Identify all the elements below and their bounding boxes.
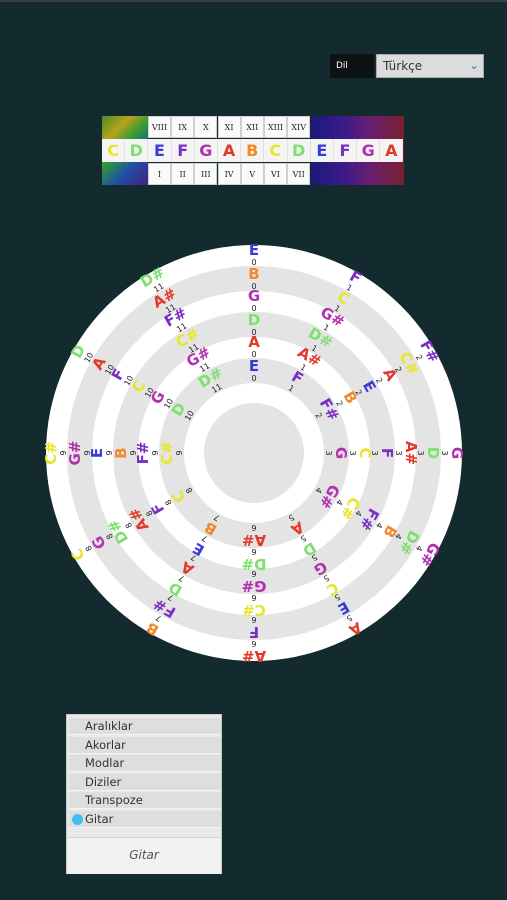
menu-footer-label: Gitar [129, 848, 159, 862]
menu-item-akorlar[interactable]: Akorlar [69, 736, 221, 754]
note-label: C# [158, 441, 176, 465]
note-label: F# [134, 442, 152, 465]
note-label: B [112, 447, 130, 458]
note-label: G# [66, 441, 84, 466]
note-label: A# [242, 531, 266, 549]
roman-numeral-top: X [194, 116, 218, 138]
language-value: Türkçe [383, 59, 423, 73]
roman-numeral-top: XII [240, 116, 264, 138]
note-cell[interactable]: E [310, 139, 334, 162]
roman-numeral-top: XIII [264, 116, 287, 138]
note-label: C# [44, 441, 60, 465]
chevron-down-icon: ⌄ [468, 58, 479, 72]
menu-item-aralıklar[interactable]: Aralıklar [69, 718, 221, 735]
language-dropdown[interactable]: Türkçe ⌄ [376, 54, 484, 78]
note-cell[interactable]: G [357, 139, 381, 162]
note-row: CDEFGABCDEFGA [102, 139, 404, 162]
fret-number: 9 [175, 450, 184, 455]
roman-numeral-bottom: I [148, 163, 171, 185]
note-cell[interactable]: G [194, 139, 218, 162]
menu-item-transpoze[interactable]: Transpoze [69, 792, 221, 809]
roman-numeral-bottom: VI [264, 163, 287, 185]
note-label: G [332, 447, 350, 459]
note-label: F [378, 448, 396, 458]
note-cell[interactable]: E [148, 139, 172, 162]
roman-numeral-bottom: V [240, 163, 264, 185]
note-label: D# [241, 555, 266, 573]
menu-footer: Gitar [67, 837, 221, 874]
note-cell[interactable]: F [333, 139, 358, 162]
note-cell[interactable]: C [264, 139, 288, 162]
roman-numeral-top: XI [217, 116, 241, 138]
menu-item-label: Aralıklar [85, 719, 133, 733]
mode-menu: Aralıklar Akorlar Modlar Diziler Transpoze Gi… [66, 714, 222, 874]
note-cell[interactable]: F [171, 139, 195, 162]
roman-numeral-bottom: III [194, 163, 218, 185]
roman-numeral-bottom: II [171, 163, 195, 185]
menu-item-label: Diziler [85, 774, 122, 789]
note-label: A# [402, 441, 420, 465]
language-selector: Dil Türkçe ⌄ [330, 54, 484, 78]
note-label: C [356, 447, 374, 458]
note-label: G [448, 447, 464, 459]
menu-item-label: Akorlar [85, 737, 126, 752]
note-strip: VIII IX X XI XII XIII XIV CDEFGABCDEFGA I II III… [102, 116, 404, 185]
fret-number: 6 [251, 523, 256, 532]
note-label: D [424, 447, 442, 459]
note-label: A# [242, 647, 266, 663]
guitar-fretboard-circle[interactable]: E0F1F#2G3G#4A5A#6B7C8C#9D10D#11B0C1C#2D3… [44, 243, 464, 663]
note-cell[interactable]: A [217, 139, 242, 162]
roman-numeral-top: VIII [148, 116, 171, 138]
note-label: E [88, 448, 106, 458]
menu-item-label: Modlar [85, 756, 125, 770]
note-label: A [248, 333, 260, 351]
menu-item-label: Transpoze [85, 793, 143, 807]
note-cell[interactable]: B [241, 139, 265, 162]
note-label: G [248, 287, 260, 305]
note-cell[interactable]: A [380, 139, 404, 162]
note-label: D [248, 311, 260, 329]
roman-numeral-top: XIV [287, 116, 311, 138]
note-cell[interactable]: D [287, 139, 311, 162]
selected-radio-icon [72, 813, 83, 825]
top-border [0, 0, 507, 2]
roman-numeral-top: IX [171, 116, 195, 138]
note-cell[interactable]: D [125, 139, 149, 162]
note-cell[interactable]: C [102, 139, 126, 162]
fret-number: 3 [324, 450, 333, 455]
menu-item-diziler[interactable]: Diziler [69, 773, 221, 791]
note-label: E [249, 357, 259, 375]
note-label: G# [242, 577, 267, 595]
note-label: B [248, 265, 259, 283]
menu-item-gitar[interactable]: Gitar [69, 810, 221, 828]
roman-numeral-bottom: IV [217, 163, 241, 185]
note-label: F [249, 623, 259, 641]
menu-item-label: Gitar [85, 811, 114, 826]
roman-numeral-bottom: VII [287, 163, 311, 185]
ring [204, 403, 304, 503]
language-label: Dil [330, 54, 374, 78]
fret-number: 0 [251, 374, 256, 383]
note-label: E [249, 243, 259, 259]
note-label: C# [242, 601, 266, 619]
menu-item-modlar[interactable]: Modlar [69, 755, 221, 772]
